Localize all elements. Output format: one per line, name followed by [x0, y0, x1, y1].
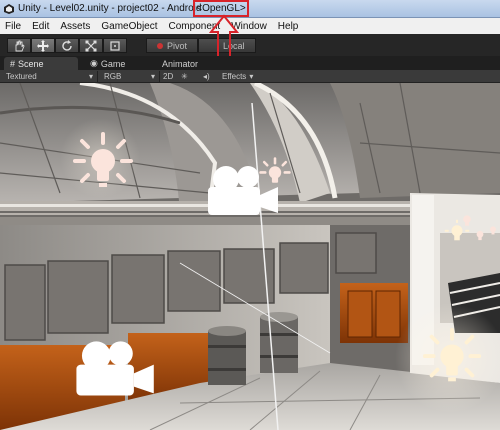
render-mode-value: RGB	[104, 72, 122, 81]
effects-dropdown[interactable]: Effects ▾	[222, 71, 253, 82]
tab-game-label: Game	[100, 58, 126, 69]
dropdown-arrow-icon: ▾	[150, 72, 155, 81]
menu-bar: File Edit Assets GameObject Component Wi…	[0, 18, 500, 34]
main-toolbar: Pivot Local	[0, 34, 500, 56]
menu-gameobject[interactable]: GameObject	[96, 21, 163, 32]
sun-icon: ✳	[181, 72, 188, 81]
game-tab-icon: ◉	[90, 58, 98, 68]
scale-icon	[85, 40, 97, 51]
rotate-icon	[62, 39, 72, 51]
move-tool-button[interactable]	[31, 38, 55, 53]
tab-animator[interactable]: Animator	[156, 57, 204, 70]
hand-icon	[15, 40, 25, 51]
tab-scene-label: Scene	[18, 58, 44, 69]
tab-animator-label: Animator	[162, 58, 199, 69]
window-title: Unity - Level02.unity - project02 - Andr…	[18, 3, 202, 14]
light-bulb-icon[interactable]	[486, 223, 500, 237]
menu-edit[interactable]: Edit	[27, 21, 55, 32]
hand-tool-button[interactable]	[7, 38, 31, 53]
pivot-label: Pivot	[167, 40, 188, 51]
rect-tool-button[interactable]	[103, 38, 127, 53]
pivot-icon	[157, 42, 163, 49]
light-bulb-icon[interactable]	[70, 131, 136, 197]
2d-toggle[interactable]: 2D	[163, 71, 173, 82]
2d-toggle-label: 2D	[163, 72, 174, 81]
menu-file[interactable]: File	[0, 21, 27, 32]
shading-mode-dropdown[interactable]: Textured ▾	[6, 71, 98, 82]
rect-transform-icon	[110, 40, 120, 51]
rotate-tool-button[interactable]	[55, 38, 79, 53]
transform-tools	[7, 38, 127, 53]
scene-lighting-toggle[interactable]: ✳	[181, 71, 188, 82]
light-bulb-icon[interactable]	[420, 327, 484, 391]
speaker-icon: ◂)	[203, 72, 210, 81]
window-title-bar: Unity - Level02.unity - project02 - Andr…	[0, 0, 500, 18]
scene-viewport[interactable]	[0, 83, 500, 430]
unity-logo-icon	[4, 3, 14, 14]
pivot-toggle[interactable]: Pivot	[146, 38, 199, 53]
tab-game[interactable]: ◉ Game	[84, 57, 131, 70]
scene-audio-toggle[interactable]: ◂)	[203, 71, 210, 82]
dropdown-arrow-icon: ▾	[88, 72, 93, 81]
effects-label: Effects	[222, 72, 247, 81]
camera-icon[interactable]	[204, 163, 280, 219]
move-arrows-icon	[37, 39, 49, 52]
tab-scene[interactable]: # Scene	[4, 57, 78, 70]
scale-tool-button[interactable]	[79, 38, 103, 53]
pivot-controls: Pivot Local	[146, 38, 256, 53]
scene-tab-icon: #	[10, 58, 16, 69]
scene-view-toolbar: Textured ▾ RGB ▾ 2D ✳ ◂) Effects ▾	[0, 70, 500, 83]
dropdown-arrow-icon: ▾	[249, 72, 254, 81]
camera-icon[interactable]	[72, 338, 156, 400]
menu-assets[interactable]: Assets	[55, 21, 96, 32]
view-tab-bar: # Scene ◉ Game Animator	[0, 56, 500, 70]
menu-help[interactable]: Help	[273, 21, 305, 32]
render-mode-dropdown[interactable]: RGB ▾	[104, 71, 160, 82]
shading-mode-value: Textured	[6, 72, 37, 81]
